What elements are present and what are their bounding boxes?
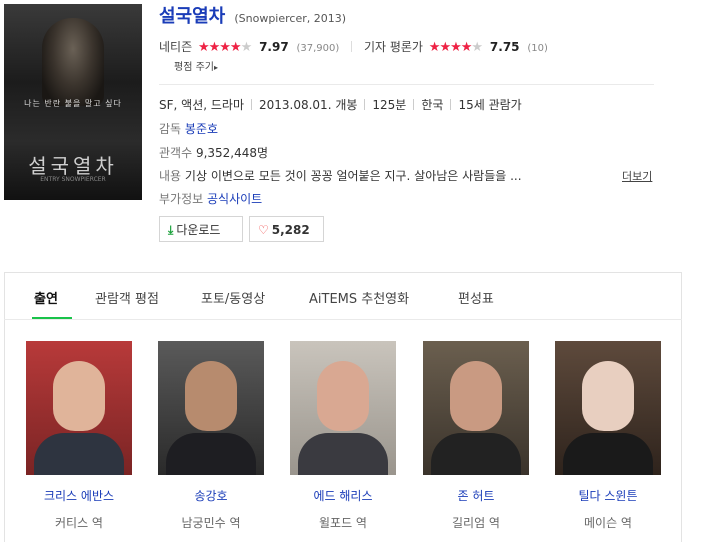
extra-key: 부가정보 xyxy=(159,192,204,206)
movie-poster[interactable]: 나는 반란 불을 말고 싶다 설국열차 ENTRY SNOWPIERCER xyxy=(4,4,142,200)
tab-cast[interactable]: 출연 xyxy=(34,288,58,307)
movie-subtitle: (Snowpiercer, 2013) xyxy=(234,12,347,25)
synopsis-text: 기상 이변으로 모든 것이 꽁꽁 얼어붙은 지구. 살아남은 사람들을 ... xyxy=(184,169,522,183)
rating-row: 네티즌 ★★★★★ 7.97 (37,900) 기자 평론가 ★★★★★ 7.7… xyxy=(159,38,548,55)
actor-photo[interactable] xyxy=(555,341,661,475)
audience-count: 9,352,448명 xyxy=(195,146,269,160)
netizen-label: 네티즌 xyxy=(159,40,193,54)
netizen-star-icons: ★★★★★ xyxy=(197,40,252,55)
divider xyxy=(159,84,654,85)
info-extra: 부가정보 공식사이트 xyxy=(159,190,262,207)
rate-link[interactable]: 평점 주기▸ xyxy=(174,58,218,73)
like-count: 5,282 xyxy=(271,223,310,237)
actor-role: 길리엄 역 xyxy=(452,516,500,530)
tab-bar: 출연 관람객 평점 포토/동영상 AiTEMS 추천영화 편성표 xyxy=(4,272,682,319)
movie-title[interactable]: 설국열차 xyxy=(159,6,225,27)
divider xyxy=(351,41,353,52)
critic-count: (10) xyxy=(527,43,548,54)
cast-item[interactable]: 틸다 스윈튼 메이슨 역 xyxy=(555,341,661,531)
like-button[interactable]: ♡ 5,282 xyxy=(249,216,324,242)
netizen-count: (37,900) xyxy=(296,43,340,54)
tab-reviews[interactable]: 관람객 평점 xyxy=(95,288,159,307)
tab-photos[interactable]: 포토/동영상 xyxy=(201,288,265,307)
download-icon: ⤓ xyxy=(168,223,174,237)
synopsis-key: 내용 xyxy=(159,169,182,183)
netizen-score: 7.97 xyxy=(259,40,289,54)
cast-item[interactable]: 존 허트 길리엄 역 xyxy=(423,341,529,531)
info-audience: 관객수 9,352,448명 xyxy=(159,144,268,161)
director-key: 감독 xyxy=(159,122,182,136)
official-site-link[interactable]: 공식사이트 xyxy=(207,192,262,206)
runtime: 125분 xyxy=(372,98,407,112)
actor-name[interactable]: 존 허트 xyxy=(423,487,529,504)
cast-item[interactable]: 송강호 남궁민수 역 xyxy=(158,341,264,531)
poster-tagline: 나는 반란 불을 말고 싶다 xyxy=(24,99,122,108)
chevron-right-icon: ▸ xyxy=(213,63,218,72)
actor-role: 메이슨 역 xyxy=(584,516,632,530)
cast-item[interactable]: 에드 해리스 윌포드 역 xyxy=(290,341,396,531)
country: 한국 xyxy=(421,98,444,112)
age-rating: 15세 관람가 xyxy=(458,98,522,112)
tab-schedule[interactable]: 편성표 xyxy=(458,288,494,307)
actor-role: 남궁민수 역 xyxy=(181,516,241,530)
critic-star-icons: ★★★★★ xyxy=(428,40,483,55)
tab-aitems[interactable]: AiTEMS 추천영화 xyxy=(309,288,409,307)
actor-photo[interactable] xyxy=(26,341,132,475)
heart-icon: ♡ xyxy=(258,223,269,237)
director-link[interactable]: 봉준호 xyxy=(185,122,218,136)
info-director: 감독 봉준호 xyxy=(159,120,218,137)
cast-item[interactable]: 크리스 에반스 커티스 역 xyxy=(26,341,132,531)
actor-role: 커티스 역 xyxy=(55,516,103,530)
actor-photo[interactable] xyxy=(290,341,396,475)
actor-name[interactable]: 크리스 에반스 xyxy=(26,487,132,504)
critic-score: 7.75 xyxy=(489,40,520,54)
info-basic: SF, 액션, 드라마 2013.08.01. 개봉 125분 한국 15세 관람가 xyxy=(159,96,522,113)
audience-key: 관객수 xyxy=(159,146,193,160)
download-button[interactable]: ⤓ 다운로드 xyxy=(159,216,243,242)
more-link[interactable]: 더보기 xyxy=(622,168,652,184)
actor-name[interactable]: 송강호 xyxy=(158,487,264,504)
divider xyxy=(4,319,682,320)
actor-name[interactable]: 에드 해리스 xyxy=(290,487,396,504)
release-date: 2013.08.01. 개봉 xyxy=(258,98,358,112)
title-row: 설국열차 (Snowpiercer, 2013) xyxy=(159,2,346,28)
poster-credit: ENTRY SNOWPIERCER xyxy=(40,176,106,183)
info-synopsis: 내용 기상 이변으로 모든 것이 꽁꽁 얼어붙은 지구. 살아남은 사람들을 .… xyxy=(159,167,522,184)
actor-role: 윌포드 역 xyxy=(319,516,367,530)
critic-label: 기자 평론가 xyxy=(363,40,423,54)
genre: SF, 액션, 드라마 xyxy=(159,98,244,112)
actor-photo[interactable] xyxy=(423,341,529,475)
actor-name[interactable]: 틸다 스윈튼 xyxy=(555,487,661,504)
actor-photo[interactable] xyxy=(158,341,264,475)
poster-title: 설국열차 xyxy=(28,154,118,178)
poster-figure xyxy=(42,18,104,106)
